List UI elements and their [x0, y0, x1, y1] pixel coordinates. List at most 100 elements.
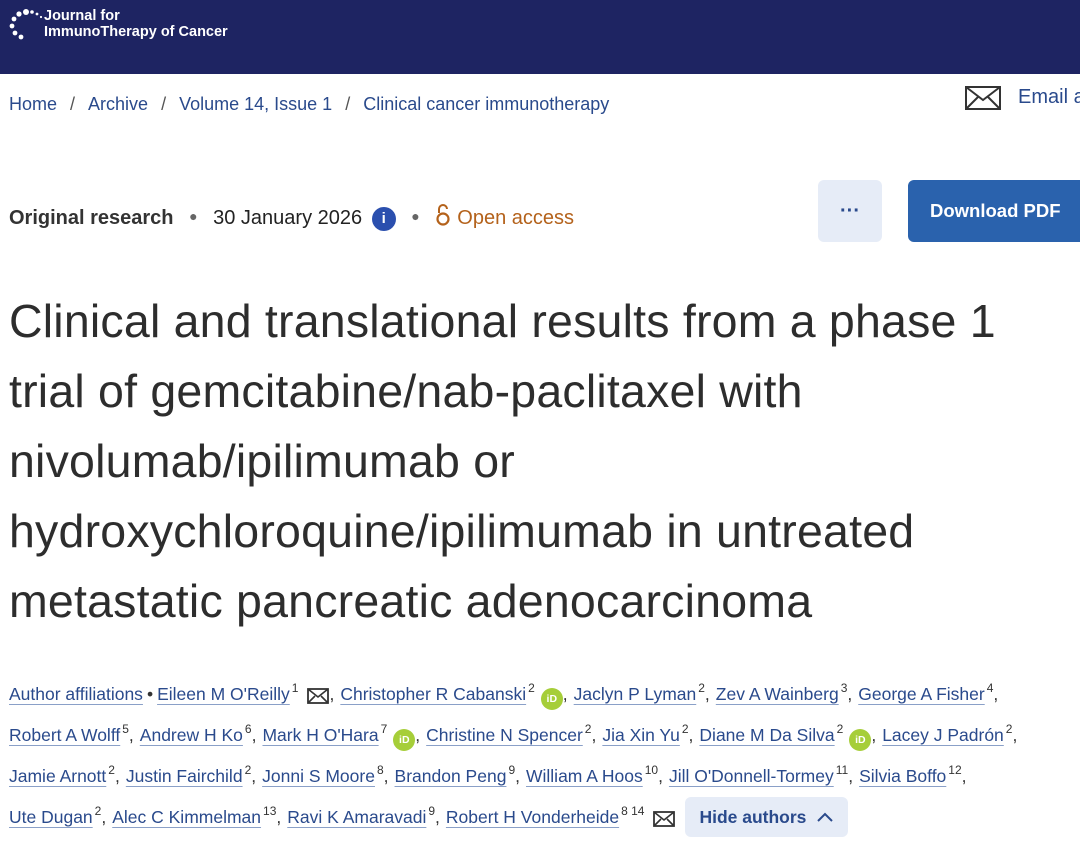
separator-comma: ,	[276, 807, 282, 827]
author-name-link[interactable]: Eileen M O'Reilly	[157, 684, 290, 704]
separator-comma: ,	[591, 725, 597, 745]
email-icon[interactable]	[653, 801, 676, 842]
author-affiliation-number: 2	[836, 722, 844, 736]
separator-dot: ●	[411, 208, 420, 224]
orcid-icon[interactable]: iD	[393, 729, 416, 751]
author-affiliation-number: 8 14	[621, 804, 645, 818]
author-line: Robert A Wolff 5, Andrew H Ko 6, Mark H O'Ha…	[9, 709, 1080, 751]
breadcrumb-issue[interactable]: Volume 14, Issue 1	[179, 94, 332, 114]
site-header: Journal for ImmunoTherapy of Cancer	[0, 0, 1080, 74]
author-name-link[interactable]: Zev A Wainberg	[716, 684, 839, 704]
separator-comma: ,	[847, 684, 853, 704]
separator-comma: ,	[848, 766, 854, 786]
more-options-button[interactable]: ···	[818, 180, 882, 242]
journal-name-line2: ImmunoTherapy of Cancer	[44, 24, 228, 40]
author-affiliations-link[interactable]: Author affiliations	[9, 684, 143, 704]
separator-comma: ,	[329, 684, 335, 704]
breadcrumb-home[interactable]: Home	[9, 94, 57, 114]
hide-authors-label: Hide authors	[699, 807, 807, 827]
author-name-link[interactable]: Robert A Wolff	[9, 725, 120, 745]
breadcrumb: Home / Archive / Volume 14, Issue 1/Clinical…	[9, 94, 610, 114]
separator-comma: ,	[114, 766, 120, 786]
author-list: Author affiliations • Eileen M O'Reilly 1, C…	[9, 668, 1080, 837]
separator-comma: ,	[128, 725, 134, 745]
article-type: Original research	[9, 207, 174, 229]
author-name-link[interactable]: Mark H O'Hara	[262, 725, 378, 745]
author-name-link[interactable]: Robert H Vonderheide	[446, 807, 619, 827]
author-affiliation-number: 8	[376, 763, 384, 777]
separator-comma: ,	[415, 725, 421, 745]
author-name-link[interactable]: Lacey J Padrón	[882, 725, 1004, 745]
author-name-link[interactable]: Jill O'Donnell-Tormey	[669, 766, 834, 786]
author-affiliation-number: 12	[948, 763, 962, 777]
author-affiliation-number: 2	[528, 681, 535, 695]
author-affiliation-number: 2	[108, 763, 115, 777]
author-affiliation-number: 2	[698, 681, 705, 695]
separator-comma: ,	[251, 766, 257, 786]
author-affiliation-number: 11	[835, 763, 849, 777]
separator-comma: ,	[658, 766, 663, 786]
author-affiliation-number: 6	[244, 722, 252, 736]
separator-comma: ,	[435, 807, 440, 827]
author-name-link[interactable]: Ravi K Amaravadi	[287, 807, 426, 827]
author-affiliation-number: 13	[263, 804, 277, 818]
separator-dot: ●	[189, 208, 198, 224]
journal-name[interactable]: Journal for ImmunoTherapy of Cancer	[44, 8, 228, 40]
author-affiliation-number: 2	[681, 722, 689, 736]
open-access-badge: Open access	[435, 204, 575, 229]
title-line: nivolumab/ipilimumab or	[9, 435, 515, 487]
separator-comma: ,	[562, 684, 568, 704]
author-name-link[interactable]: Christopher R Cabanski	[340, 684, 526, 704]
breadcrumb-section[interactable]: Clinical cancer immunotherapy	[363, 94, 609, 114]
author-name-link[interactable]: George A Fisher	[858, 684, 984, 704]
email-alert-link[interactable]: Email a	[965, 86, 1080, 112]
author-affiliation-number: 7	[380, 722, 388, 736]
author-line: Jamie Arnott 2, Justin Fairchild 2, Jonni S …	[9, 750, 1080, 791]
author-name-link[interactable]: Jonni S Moore	[262, 766, 375, 786]
open-access-label: Open access	[457, 207, 575, 229]
info-icon[interactable]: i	[371, 207, 396, 231]
author-name-link[interactable]: Jamie Arnott	[9, 766, 106, 786]
separator-comma: ,	[251, 725, 257, 745]
author-name-link[interactable]: Jia Xin Yu	[602, 725, 680, 745]
author-name-link[interactable]: William A Hoos	[526, 766, 643, 786]
title-line: Clinical and translational results from …	[9, 295, 996, 347]
author-name-link[interactable]: Diane M Da Silva	[699, 725, 834, 745]
article-meta: Original research ● 30 January 2026 i ● …	[9, 203, 574, 231]
author-name-link[interactable]: Christine N Spencer	[426, 725, 583, 745]
separator-comma: ,	[688, 725, 694, 745]
title-line: hydroxychloroquine/ipilimumab in untreat…	[9, 505, 915, 557]
separator-comma: ,	[515, 766, 520, 786]
title-line: trial of gemcitabine/nab-paclitaxel with	[9, 365, 803, 417]
breadcrumb-archive[interactable]: Archive	[88, 94, 148, 114]
publication-date: 30 January 2026	[213, 207, 363, 229]
article-title: Clinical and translational results from …	[9, 286, 1074, 636]
download-pdf-button[interactable]: Download PDF	[908, 180, 1080, 242]
title-line: metastatic pancreatic adenocarcinoma	[9, 575, 813, 627]
author-name-link[interactable]: Ute Dugan	[9, 807, 93, 827]
separator-comma: ,	[961, 766, 967, 786]
chevron-up-icon	[806, 807, 834, 827]
author-line: Author affiliations • Eileen M O'Reilly 1, C…	[9, 668, 1080, 710]
journal-name-line1: Journal for	[44, 8, 120, 24]
separator-comma: ,	[1012, 725, 1018, 745]
author-name-link[interactable]: Silvia Boffo	[859, 766, 946, 786]
author-name-link[interactable]: Jaclyn P Lyman	[574, 684, 697, 704]
orcid-icon[interactable]: iD	[540, 688, 563, 710]
email-label: Email a	[1018, 86, 1080, 108]
author-affiliation-number: 10	[644, 763, 659, 777]
author-name-link[interactable]: Brandon Peng	[395, 766, 507, 786]
author-affiliation-number: 1	[291, 681, 299, 695]
separator-comma: ,	[704, 684, 710, 704]
separator-comma: ,	[383, 766, 389, 786]
author-name-link[interactable]: Justin Fairchild	[126, 766, 243, 786]
separator-comma: ,	[993, 684, 999, 704]
journal-logo-icon[interactable]	[8, 6, 44, 47]
hide-authors-button[interactable]: Hide authors	[685, 797, 849, 837]
author-name-link[interactable]: Alec C Kimmelman	[112, 807, 261, 827]
author-line: Ute Dugan 2, Alec C Kimmelman 13, Ravi K Ama…	[9, 791, 1080, 837]
author-name-link[interactable]: Andrew H Ko	[140, 725, 243, 745]
orcid-icon[interactable]: iD	[849, 729, 872, 751]
separator-comma: ,	[101, 807, 107, 827]
open-lock-icon	[436, 204, 450, 226]
